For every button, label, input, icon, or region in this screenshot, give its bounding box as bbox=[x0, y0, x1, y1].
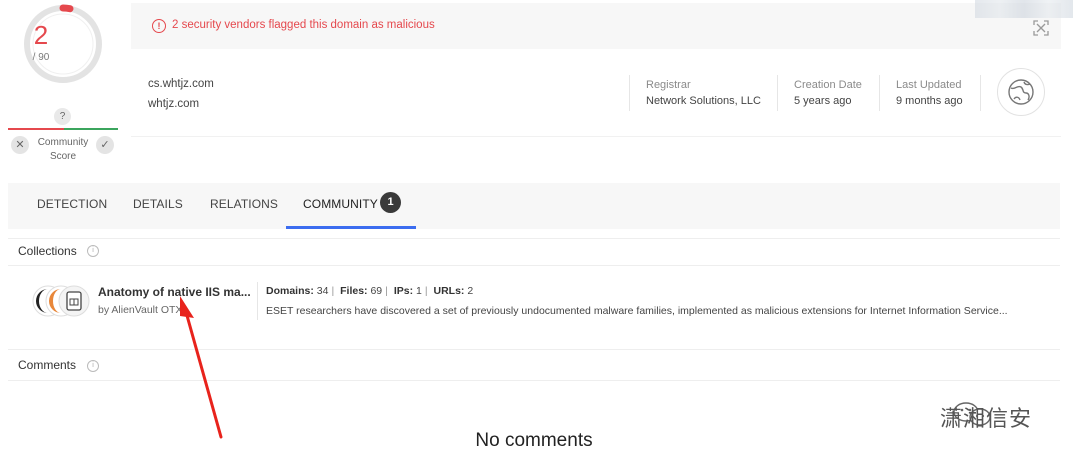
tab-detection[interactable]: DETECTION bbox=[37, 197, 107, 211]
stat-ips-value: 1 bbox=[416, 285, 422, 297]
collection-description: ESET researchers have discovered a set o… bbox=[266, 305, 1008, 317]
graph-view-icon[interactable] bbox=[1032, 19, 1050, 37]
vote-harmless-button[interactable]: ✓ bbox=[96, 136, 114, 154]
comments-heading: Comments bbox=[18, 358, 77, 372]
vote-malicious-button[interactable]: ✕ bbox=[11, 136, 29, 154]
domain-globe-icon bbox=[997, 68, 1045, 116]
collection-title-link[interactable]: Anatomy of native IIS ma... bbox=[98, 285, 251, 299]
stat-domains-value: 34 bbox=[316, 285, 329, 297]
community-score-label-line1: Community bbox=[37, 137, 89, 148]
blurred-region bbox=[975, 0, 1073, 18]
collection-author[interactable]: by AlienVault OTX bbox=[98, 304, 182, 316]
active-tab-indicator bbox=[286, 226, 416, 229]
collection-stats: Domains: 34 | Files: 69 | IPs: 1 | URLs: 2 bbox=[266, 285, 474, 297]
stat-files-label: Files: bbox=[340, 285, 368, 297]
no-comments-message: No comments bbox=[475, 430, 593, 451]
community-score-bar-malicious bbox=[8, 128, 64, 130]
tab-relations[interactable]: RELATIONS bbox=[210, 197, 278, 211]
stat-ips-label: IPs: bbox=[393, 285, 414, 297]
tab-community-count-badge: 1 bbox=[380, 192, 401, 213]
stat-urls-label: URLs: bbox=[433, 285, 465, 297]
detection-score-total: / 90 bbox=[32, 52, 50, 63]
community-score-label: Community Score bbox=[30, 136, 96, 164]
stat-urls-value: 2 bbox=[467, 285, 474, 297]
last-updated-label: Last Updated bbox=[896, 79, 962, 91]
help-icon[interactable]: ? bbox=[54, 108, 71, 125]
stat-files-value: 69 bbox=[370, 285, 383, 297]
creation-date-value: 5 years ago bbox=[794, 95, 852, 107]
collection-avatars bbox=[32, 285, 90, 317]
domain-name: cs.whtjz.com bbox=[148, 78, 214, 90]
community-score-bar-harmless bbox=[64, 128, 118, 130]
community-score-label-line2: Score bbox=[49, 151, 77, 162]
alert-icon: ! bbox=[152, 19, 166, 33]
info-icon[interactable]: i bbox=[87, 360, 99, 372]
watermark-text: 潇湘信安 bbox=[940, 406, 1033, 431]
parent-domain: whtjz.com bbox=[148, 98, 200, 110]
registrar-label: Registrar bbox=[646, 79, 691, 91]
last-updated-value: 9 months ago bbox=[896, 95, 963, 107]
info-icon[interactable]: i bbox=[87, 245, 99, 257]
tab-community[interactable]: COMMUNITY bbox=[303, 197, 378, 211]
collections-heading: Collections bbox=[18, 244, 77, 258]
registrar-value: Network Solutions, LLC bbox=[646, 95, 761, 107]
alert-text: 2 security vendors flagged this domain a… bbox=[172, 19, 435, 31]
detection-score-value: 2 bbox=[33, 20, 49, 50]
tab-details[interactable]: DETAILS bbox=[133, 197, 183, 211]
creation-date-label: Creation Date bbox=[794, 79, 862, 91]
stat-domains-label: Domains: bbox=[266, 285, 314, 297]
